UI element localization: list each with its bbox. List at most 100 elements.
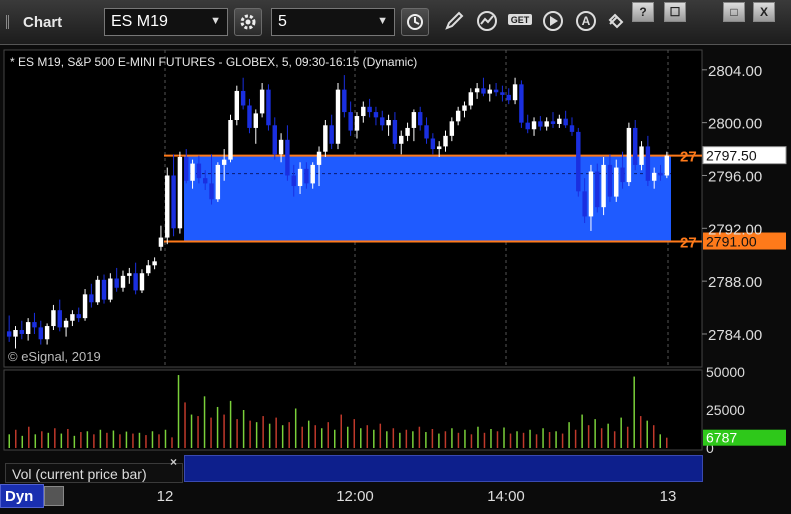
candle-body <box>278 139 284 155</box>
interval-select[interactable]: 5 ▼ <box>271 8 395 36</box>
time-tick-label: 12:00 <box>336 488 374 505</box>
volume-legend-label: Vol (current price bar) <box>12 466 147 482</box>
chevron-down-icon: ▼ <box>377 15 388 27</box>
candle-body <box>127 273 132 276</box>
candle-body <box>436 146 442 150</box>
link-button[interactable] <box>604 10 628 34</box>
current-price-label: 2797.50 <box>706 148 757 164</box>
volume-legend-bar <box>184 455 703 482</box>
volume-legend[interactable]: Vol (current price bar) <box>5 463 183 483</box>
candle-body <box>184 156 189 181</box>
candle-body <box>247 105 252 128</box>
candle-body <box>234 90 240 121</box>
candle-body <box>538 121 543 127</box>
window-title[interactable]: Chart <box>6 14 62 31</box>
candle-body <box>165 175 170 238</box>
candle-body <box>272 125 277 155</box>
price-chart[interactable]: 2727 2791.00 2804.002800.002796.002792.00… <box>0 45 791 509</box>
candle-body <box>449 121 455 136</box>
volume-pane <box>3 369 703 451</box>
candle-body <box>417 112 423 126</box>
get-data-button[interactable]: GET <box>507 10 532 34</box>
interval-value: 5 <box>278 13 287 30</box>
line-chart-icon <box>477 11 497 31</box>
candle-body <box>38 327 43 340</box>
candle-body <box>550 121 556 124</box>
alert-button[interactable]: A <box>574 10 598 34</box>
studies-button[interactable] <box>475 10 499 34</box>
zone-top-tag: 27 <box>680 149 697 166</box>
settings-gear-button[interactable] <box>234 8 262 36</box>
candle-body <box>323 125 328 152</box>
price-tick-label: 2800.00 <box>708 116 762 133</box>
close-study-icon[interactable]: × <box>170 455 177 469</box>
candle-body <box>607 164 613 197</box>
help-button[interactable]: ? <box>632 2 654 22</box>
candle-body <box>645 146 651 181</box>
candle-body <box>348 112 353 131</box>
maximize-button[interactable]: □ <box>723 2 745 22</box>
time-template-button[interactable] <box>401 8 429 36</box>
candle-body <box>405 127 410 136</box>
chart-header: * ES M19, S&P 500 E-MINI FUTURES - GLOBE… <box>10 55 417 69</box>
candle-body <box>626 127 632 183</box>
candle-body <box>202 178 208 184</box>
price-tick-label: 2792.00 <box>708 221 762 238</box>
chart-area[interactable]: 27 27 2791.00 2804.00 2800.00 2796.00 2792.00… <box>0 45 791 509</box>
candle-body <box>101 279 107 300</box>
candle-body <box>158 237 164 247</box>
candle-body <box>512 84 518 101</box>
price-tick-label: 2784.00 <box>708 327 762 344</box>
candle-body <box>209 183 214 200</box>
candle-body <box>354 116 360 131</box>
alert-a-icon: A <box>576 11 596 31</box>
candle-body <box>335 89 341 144</box>
candle-body <box>57 310 62 328</box>
candle-body <box>474 88 480 93</box>
candle-body <box>399 135 404 144</box>
candle-body <box>342 89 347 113</box>
pencil-icon <box>445 11 464 30</box>
lock-icon[interactable] <box>44 486 64 506</box>
close-button[interactable]: X <box>753 2 775 22</box>
candle-body <box>373 112 379 118</box>
candle-body <box>468 92 474 106</box>
candle-body <box>392 120 398 144</box>
last-volume-label: 6787 <box>706 430 737 446</box>
candle-body <box>500 92 505 95</box>
candle-body <box>493 89 499 93</box>
candle-body <box>462 105 467 111</box>
candle-body <box>658 172 663 176</box>
candle-body <box>82 294 88 319</box>
gear-icon <box>240 14 256 30</box>
get-icon: GET <box>508 14 532 25</box>
candle-body <box>544 121 549 127</box>
link-icon <box>608 13 624 29</box>
candle-body <box>190 163 195 181</box>
candle-body <box>487 89 492 94</box>
svg-text:A: A <box>582 14 591 28</box>
candle-body <box>228 120 233 160</box>
play-button[interactable] <box>541 10 565 34</box>
candle-body <box>443 135 448 147</box>
symbol-select[interactable]: ES M19 ▼ <box>104 8 228 36</box>
candle-body <box>595 171 600 208</box>
candle-body <box>563 118 568 126</box>
candle-body <box>146 265 151 274</box>
time-tick-label: 14:00 <box>487 488 525 505</box>
candle-body <box>506 94 511 101</box>
candle-body <box>582 191 587 217</box>
chevron-down-icon: ▼ <box>210 15 221 27</box>
dynamic-button[interactable]: Dyn <box>0 484 44 508</box>
candle-body <box>171 175 176 229</box>
restore-button[interactable]: ☐ <box>664 2 686 22</box>
volume-tick-label: 50000 <box>706 364 745 380</box>
price-tick-label: 2796.00 <box>708 168 762 185</box>
candle-body <box>152 261 157 266</box>
candle-body <box>76 314 81 319</box>
drag-grip-icon[interactable] <box>6 15 19 29</box>
candle-body <box>291 175 296 187</box>
candle-body <box>411 112 417 128</box>
candle-body <box>576 131 581 192</box>
draw-pencil-button[interactable] <box>442 10 466 34</box>
